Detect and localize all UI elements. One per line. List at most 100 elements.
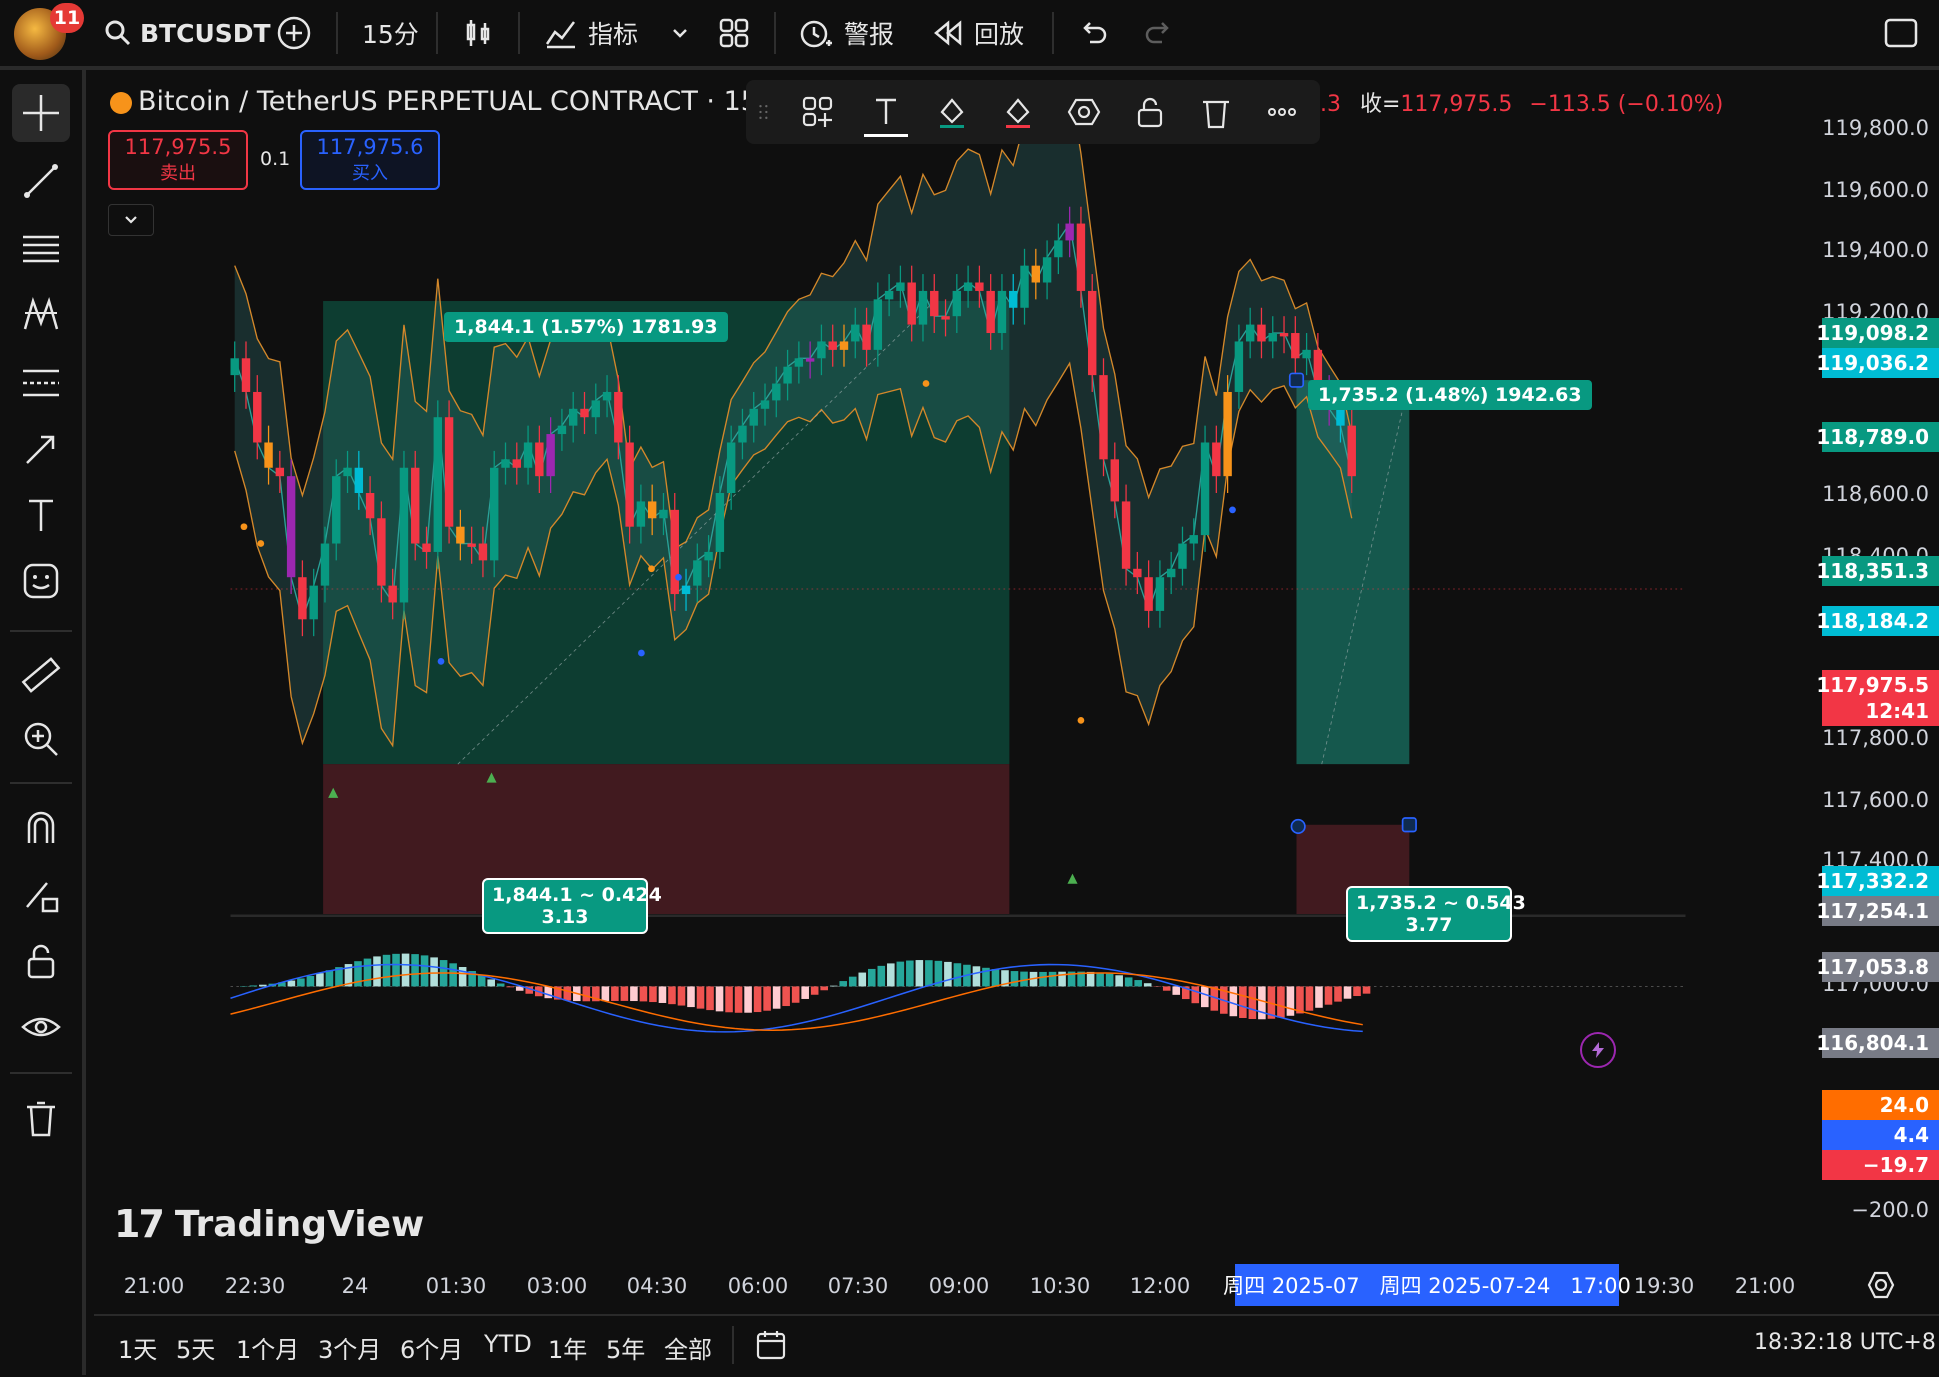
time-axis[interactable]: 21:00 22:30 24 01:30 03:00 04:30 06:00 0… bbox=[94, 1264, 1939, 1310]
macd-bar bbox=[583, 986, 591, 1001]
add-to-group-button[interactable] bbox=[796, 90, 840, 134]
range-3m[interactable]: 3个月 bbox=[318, 1330, 381, 1365]
settings-hex-icon bbox=[1066, 94, 1102, 130]
settings-button[interactable] bbox=[1062, 90, 1106, 134]
candle-body bbox=[1348, 426, 1356, 477]
range-1m[interactable]: 1个月 bbox=[236, 1330, 299, 1365]
drawing-toolbar bbox=[0, 70, 86, 1375]
range-1y[interactable]: 1年 bbox=[548, 1330, 587, 1365]
axis-settings-button[interactable] bbox=[1866, 1270, 1896, 1304]
trendline-tool[interactable] bbox=[12, 152, 70, 210]
fib-tool[interactable] bbox=[12, 220, 70, 278]
fill-color-button[interactable] bbox=[930, 90, 974, 134]
macd-bar bbox=[754, 986, 762, 1012]
arrow-tool[interactable] bbox=[12, 420, 70, 478]
crosshair-tool[interactable] bbox=[12, 84, 70, 142]
candle-body bbox=[671, 510, 679, 594]
price-tag: 116,804.1 bbox=[1822, 1028, 1939, 1058]
macd-bar bbox=[992, 969, 1000, 986]
signal-dot bbox=[638, 650, 645, 657]
macd-bar bbox=[297, 978, 305, 986]
macd-scale-label: −200.0 bbox=[1851, 1198, 1929, 1222]
range-5d[interactable]: 5天 bbox=[176, 1330, 215, 1365]
projection-tool[interactable] bbox=[12, 354, 70, 412]
fullscreen-button[interactable] bbox=[1884, 0, 1918, 66]
candle-body bbox=[1190, 535, 1198, 543]
goto-date-button[interactable] bbox=[754, 1328, 788, 1366]
candle-body bbox=[648, 501, 656, 518]
layout-button[interactable] bbox=[718, 0, 750, 66]
range-6m[interactable]: 6个月 bbox=[400, 1330, 463, 1365]
redo-button[interactable] bbox=[1144, 0, 1174, 66]
candle-body bbox=[896, 283, 904, 291]
zoom-tool[interactable] bbox=[12, 710, 70, 768]
macd-bar bbox=[944, 962, 952, 987]
time-label: 12:00 bbox=[1130, 1274, 1191, 1298]
lock-button[interactable] bbox=[1128, 90, 1172, 134]
macd-bar bbox=[801, 986, 809, 999]
countdown-tag: 12:41 bbox=[1822, 696, 1939, 726]
measure-2-label[interactable]: 1,735.2 (1.48%) 1942.63 bbox=[1308, 380, 1592, 410]
undo-button[interactable] bbox=[1078, 0, 1108, 66]
macd-bar bbox=[1239, 986, 1247, 1018]
candle-body bbox=[1088, 291, 1096, 375]
hide-drawings-tool[interactable] bbox=[12, 998, 70, 1056]
measure-1-info[interactable]: 1,844.1 ~ 0.424 3.13 bbox=[482, 878, 648, 934]
indicator-templates-button[interactable] bbox=[670, 0, 690, 66]
candle-body bbox=[535, 442, 543, 476]
delete-button[interactable] bbox=[1194, 90, 1238, 134]
candle-body bbox=[941, 316, 949, 319]
layout-grid-icon bbox=[718, 17, 750, 49]
drag-handle[interactable] bbox=[752, 90, 776, 134]
clock[interactable]: 18:32:18 UTC+8 bbox=[1754, 1330, 1936, 1355]
macd-bar bbox=[678, 986, 686, 1005]
candle-body bbox=[1065, 224, 1073, 241]
time-range-highlight: 周四 2025-07 周四 2025-07-24 17:00 bbox=[1235, 1264, 1619, 1306]
lock-drawings-tool[interactable] bbox=[12, 866, 70, 924]
pattern-tool[interactable] bbox=[12, 286, 70, 344]
candle-body bbox=[637, 501, 645, 526]
price-tag: 119,036.2 bbox=[1822, 348, 1939, 378]
line-color-button[interactable] bbox=[996, 90, 1040, 134]
range-all[interactable]: 全部 bbox=[664, 1330, 712, 1365]
chart-legend[interactable]: Bitcoin / TetherUS PERPETUAL CONTRACT · … bbox=[110, 86, 775, 117]
remove-drawings-tool[interactable] bbox=[12, 1090, 70, 1148]
sticker-tool[interactable] bbox=[12, 552, 70, 610]
macd-bar bbox=[735, 986, 743, 1012]
macd-bar bbox=[449, 963, 457, 986]
chevron-down-icon bbox=[122, 211, 140, 229]
magnet-tool[interactable] bbox=[12, 800, 70, 858]
symbol-search[interactable]: BTCUSDT bbox=[104, 0, 271, 66]
macd-bar bbox=[1011, 971, 1019, 986]
range-5y[interactable]: 5年 bbox=[606, 1330, 645, 1365]
undo-icon bbox=[1078, 18, 1108, 48]
order-qty[interactable]: 0.1 bbox=[260, 148, 290, 170]
interval-button[interactable]: 15分 bbox=[362, 0, 419, 66]
indicators-label: 指标 bbox=[588, 15, 638, 51]
range-ytd[interactable]: YTD bbox=[484, 1330, 532, 1358]
arrow-icon bbox=[19, 427, 63, 471]
legend-collapse-button[interactable] bbox=[108, 204, 154, 236]
candle-body bbox=[445, 417, 453, 526]
delete-icon bbox=[1198, 94, 1234, 130]
chart-type-button[interactable] bbox=[462, 0, 494, 66]
measure-2-info[interactable]: 1,735.2 ~ 0.543 3.77 bbox=[1346, 886, 1512, 942]
range-1d[interactable]: 1天 bbox=[118, 1330, 157, 1365]
alert-button[interactable]: 警报 bbox=[798, 0, 894, 66]
text-tool-button[interactable] bbox=[864, 90, 908, 137]
more-button[interactable] bbox=[1260, 90, 1304, 134]
compare-button[interactable] bbox=[276, 0, 312, 66]
ruler-tool[interactable] bbox=[12, 646, 70, 704]
replay-button[interactable]: 回放 bbox=[932, 0, 1024, 66]
macd-bar bbox=[307, 976, 315, 986]
projection-icon bbox=[19, 361, 63, 405]
text-tool[interactable] bbox=[12, 486, 70, 544]
lock-all-tool[interactable] bbox=[12, 932, 70, 990]
sell-button[interactable]: 117,975.5 卖出 bbox=[108, 130, 248, 190]
measure-1-label[interactable]: 1,844.1 (1.57%) 1781.93 bbox=[444, 312, 728, 342]
time-label: 09:00 bbox=[929, 1274, 990, 1298]
chart-canvas[interactable] bbox=[94, 72, 1822, 1074]
indicators-button[interactable]: 指标 bbox=[544, 0, 638, 66]
buy-button[interactable]: 117,975.6 买入 bbox=[300, 130, 440, 190]
lightning-icon[interactable] bbox=[1580, 1032, 1616, 1068]
